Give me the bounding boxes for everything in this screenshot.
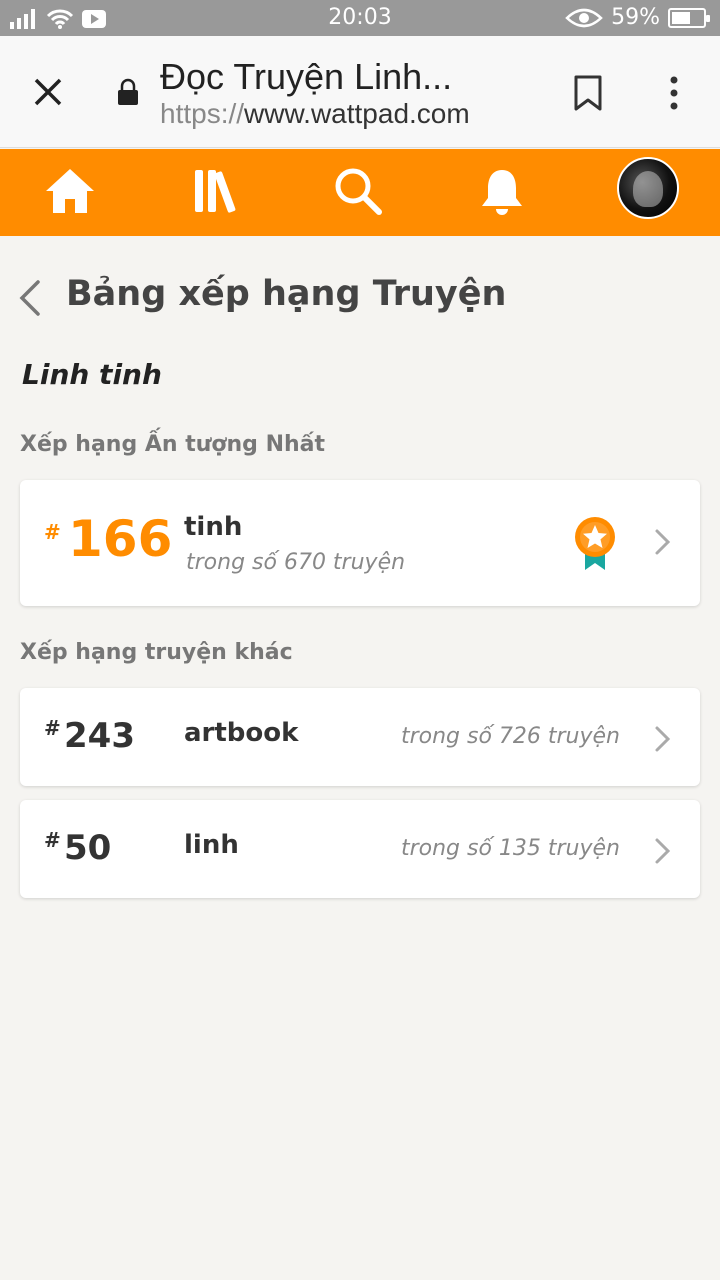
battery-fill <box>672 11 690 24</box>
status-bar: 20:03 59% <box>0 0 720 36</box>
bell-icon <box>482 170 522 215</box>
eye-icon <box>565 8 603 27</box>
rank-number: 166 <box>68 510 173 568</box>
rank-hash: # <box>44 828 61 852</box>
url-host: www.wattpad.com <box>244 98 470 129</box>
back-chevron-icon[interactable] <box>16 278 46 318</box>
rank-hash: # <box>44 716 61 740</box>
close-icon[interactable] <box>28 72 68 112</box>
app-navbar <box>0 149 720 236</box>
tag-name: tinh <box>184 512 243 542</box>
rank-total: trong số 135 truyện <box>400 836 620 861</box>
rank-number: 50 <box>64 828 112 868</box>
chevron-right-icon <box>655 529 671 555</box>
chevron-right-icon <box>655 838 671 864</box>
tag-name: artbook <box>184 718 299 748</box>
url-scheme: https:// <box>160 98 245 129</box>
ranking-card[interactable]: # 50 linh trong số 135 truyện <box>20 800 700 898</box>
nav-library[interactable] <box>184 161 244 221</box>
url-bar[interactable]: https://www.wattpad.com <box>160 98 470 130</box>
rank-total: trong số 726 truyện <box>400 724 620 749</box>
status-icons-right: 59% <box>565 5 710 30</box>
home-icon <box>46 169 94 213</box>
avatar[interactable] <box>617 157 679 219</box>
search-icon <box>335 168 382 215</box>
tag-name: linh <box>184 830 239 860</box>
page-heading: Bảng xếp hạng Truyện <box>66 274 507 314</box>
nav-search[interactable] <box>328 161 388 221</box>
featured-ranking-card[interactable]: # 166 tinh trong số 670 truyện <box>20 480 700 606</box>
nav-home[interactable] <box>40 161 100 221</box>
featured-section-label: Xếp hạng Ấn tượng Nhất <box>20 432 326 457</box>
chevron-right-icon <box>655 726 671 752</box>
category-name: Linh tinh <box>22 358 162 391</box>
rank-number: 243 <box>64 716 135 756</box>
ranking-card[interactable]: # 243 artbook trong số 726 truyện <box>20 688 700 786</box>
bookmark-icon[interactable] <box>572 74 604 112</box>
rank-total: trong số 670 truyện <box>186 550 406 575</box>
award-badge-icon <box>575 517 615 570</box>
lock-icon <box>118 78 138 105</box>
more-menu-icon[interactable] <box>662 74 686 112</box>
page-title[interactable]: Đọc Truyện Linh... <box>160 56 540 98</box>
library-icon <box>195 170 236 213</box>
nav-notifications[interactable] <box>472 161 532 221</box>
rank-hash: # <box>44 520 61 544</box>
battery-icon <box>668 7 710 28</box>
other-rankings-label: Xếp hạng truyện khác <box>20 640 293 665</box>
battery-percent: 59% <box>611 5 660 30</box>
browser-toolbar: Đọc Truyện Linh... https://www.wattpad.c… <box>0 36 720 148</box>
